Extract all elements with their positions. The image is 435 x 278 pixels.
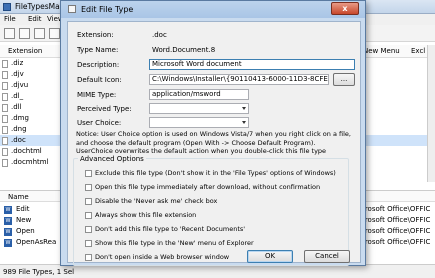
chevron-down-icon: [242, 121, 246, 124]
description-label: Description:: [77, 61, 120, 69]
close-icon: x: [342, 4, 348, 13]
file-icon: [2, 60, 8, 68]
word-icon: W: [4, 239, 12, 247]
file-icon: [2, 148, 8, 156]
cancel-button[interactable]: Cancel: [304, 250, 350, 263]
type-name-label: Type Name:: [77, 46, 119, 54]
checkbox[interactable]: [85, 170, 92, 177]
browse-button[interactable]: ...: [333, 73, 355, 86]
perceived-type-select[interactable]: [149, 103, 249, 114]
dialog-icon: [68, 5, 76, 13]
refresh-icon[interactable]: [34, 28, 45, 39]
column-extension[interactable]: Extension: [8, 47, 42, 55]
mime-type-input[interactable]: application/msword: [149, 89, 249, 100]
user-choice-label: User Choice:: [77, 119, 122, 127]
file-icon: [2, 93, 8, 101]
checkbox[interactable]: [85, 184, 92, 191]
default-icon-label: Default Icon:: [77, 76, 122, 84]
word-icon: W: [4, 206, 12, 214]
extension-value: .doc: [152, 31, 167, 39]
word-doc-icon: [2, 137, 8, 145]
status-text: 989 File Types, 1 Sel: [3, 268, 75, 276]
save-icon[interactable]: [4, 28, 15, 39]
find-icon[interactable]: [49, 28, 60, 39]
checkbox[interactable]: [85, 240, 92, 247]
dialog-title: Edit File Type: [81, 5, 134, 14]
properties-icon[interactable]: [19, 28, 30, 39]
ok-button[interactable]: OK: [247, 250, 293, 263]
checkbox[interactable]: [85, 254, 92, 261]
default-icon-input[interactable]: C:\Windows\Installer\{90110413-6000-11D3…: [149, 74, 329, 85]
user-choice-notice: Notice: User Choice option is used on Wi…: [76, 130, 351, 155]
advanced-options-title: Advanced Options: [78, 155, 146, 163]
chevron-down-icon: [242, 107, 246, 110]
mime-type-label: MIME Type:: [77, 91, 117, 99]
main-title: FileTypesMan: [15, 2, 65, 11]
extension-label: Extension:: [77, 31, 114, 39]
close-button[interactable]: x: [331, 2, 359, 15]
word-icon: W: [4, 217, 12, 225]
column-excl[interactable]: Excl: [411, 47, 425, 55]
file-icon: [2, 104, 8, 112]
dialog-title-bar[interactable]: Edit File Type x: [61, 1, 365, 18]
edit-file-type-dialog: Edit File Type x Extension: .doc Type Na…: [60, 0, 366, 266]
file-icon: [2, 82, 8, 90]
checkbox[interactable]: [85, 212, 92, 219]
file-icon: [2, 71, 8, 79]
perceived-type-label: Perceived Type:: [77, 105, 132, 113]
menu-file[interactable]: File: [4, 15, 16, 23]
file-list-scrollbar[interactable]: [427, 45, 435, 182]
description-input[interactable]: Microsoft Word document: [149, 59, 355, 70]
user-choice-select[interactable]: [149, 117, 249, 128]
file-icon: [2, 159, 8, 167]
type-name-value: Word.Document.8: [152, 46, 216, 54]
status-bar: 989 File Types, 1 Sel: [0, 264, 435, 278]
word-icon: W: [4, 228, 12, 236]
checkbox[interactable]: [85, 226, 92, 233]
menu-edit[interactable]: Edit: [28, 15, 42, 23]
file-icon: [2, 115, 8, 123]
column-new-menu[interactable]: New Menu: [363, 47, 400, 55]
checkbox[interactable]: [85, 198, 92, 205]
app-icon: [3, 3, 11, 11]
column-name[interactable]: Name: [8, 193, 29, 201]
file-icon: [2, 126, 8, 134]
